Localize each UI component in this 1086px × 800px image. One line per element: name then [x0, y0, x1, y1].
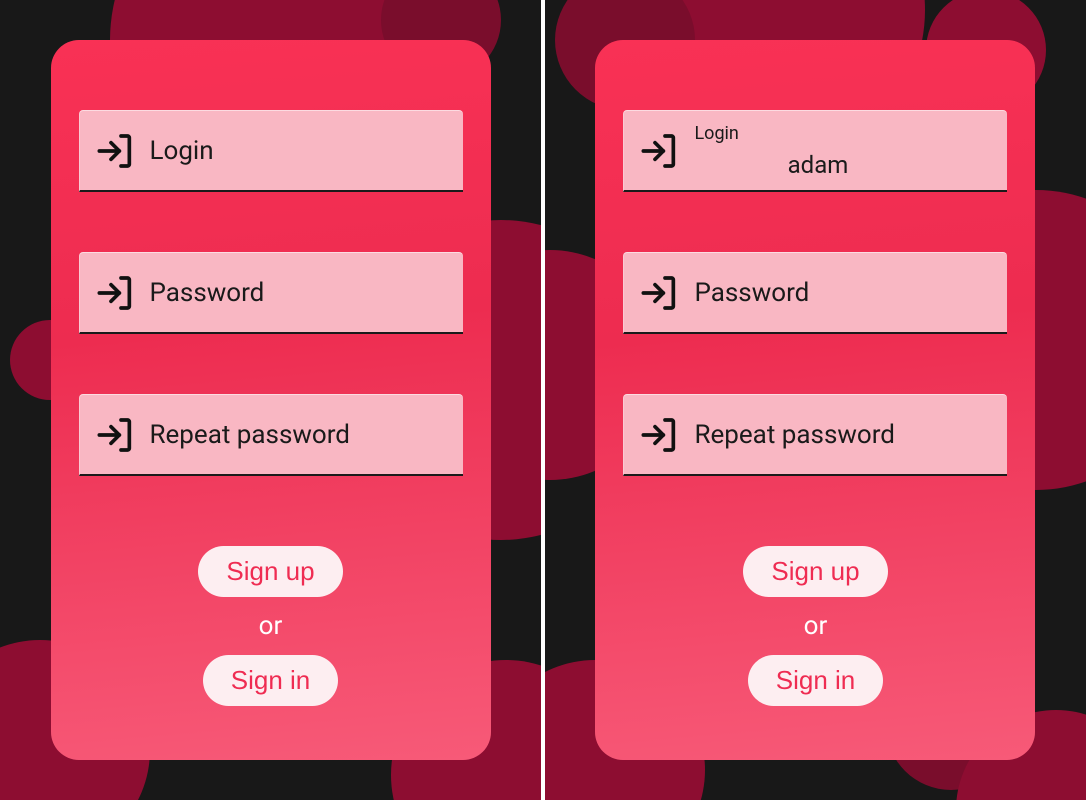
repeat-password-label: Repeat password [694, 420, 894, 450]
login-field[interactable]: Login [79, 110, 463, 192]
enter-arrow-icon [96, 131, 136, 171]
enter-arrow-icon [640, 415, 680, 455]
signin-button[interactable]: Sign in [203, 655, 339, 706]
login-value: adam [694, 153, 991, 177]
signup-button[interactable]: Sign up [198, 546, 342, 597]
login-field[interactable]: Login adam [623, 110, 1007, 192]
signin-button[interactable]: Sign in [748, 655, 884, 706]
password-field[interactable]: Password [623, 252, 1007, 334]
repeat-password-field[interactable]: Repeat password [623, 394, 1007, 476]
password-field[interactable]: Password [79, 252, 463, 334]
enter-arrow-icon [640, 273, 680, 313]
password-label: Password [694, 278, 809, 308]
login-float-label: Login [694, 125, 991, 143]
enter-arrow-icon [96, 415, 136, 455]
signup-card: Login adam Password Repeat password Sign… [595, 40, 1035, 760]
password-label: Password [150, 278, 265, 308]
right-panel: Login adam Password Repeat password Sign… [545, 0, 1086, 800]
enter-arrow-icon [640, 131, 680, 171]
or-separator: or [804, 611, 828, 641]
panel-divider [541, 0, 545, 800]
actions: Sign up or Sign in [623, 546, 1007, 706]
login-label: Login [150, 136, 214, 166]
enter-arrow-icon [96, 273, 136, 313]
repeat-password-field[interactable]: Repeat password [79, 394, 463, 476]
left-panel: Login Password Repeat password Sign up o… [0, 0, 541, 800]
signup-button[interactable]: Sign up [743, 546, 887, 597]
repeat-password-label: Repeat password [150, 420, 350, 450]
actions: Sign up or Sign in [79, 546, 463, 706]
signup-card: Login Password Repeat password Sign up o… [51, 40, 491, 760]
or-separator: or [259, 611, 283, 641]
